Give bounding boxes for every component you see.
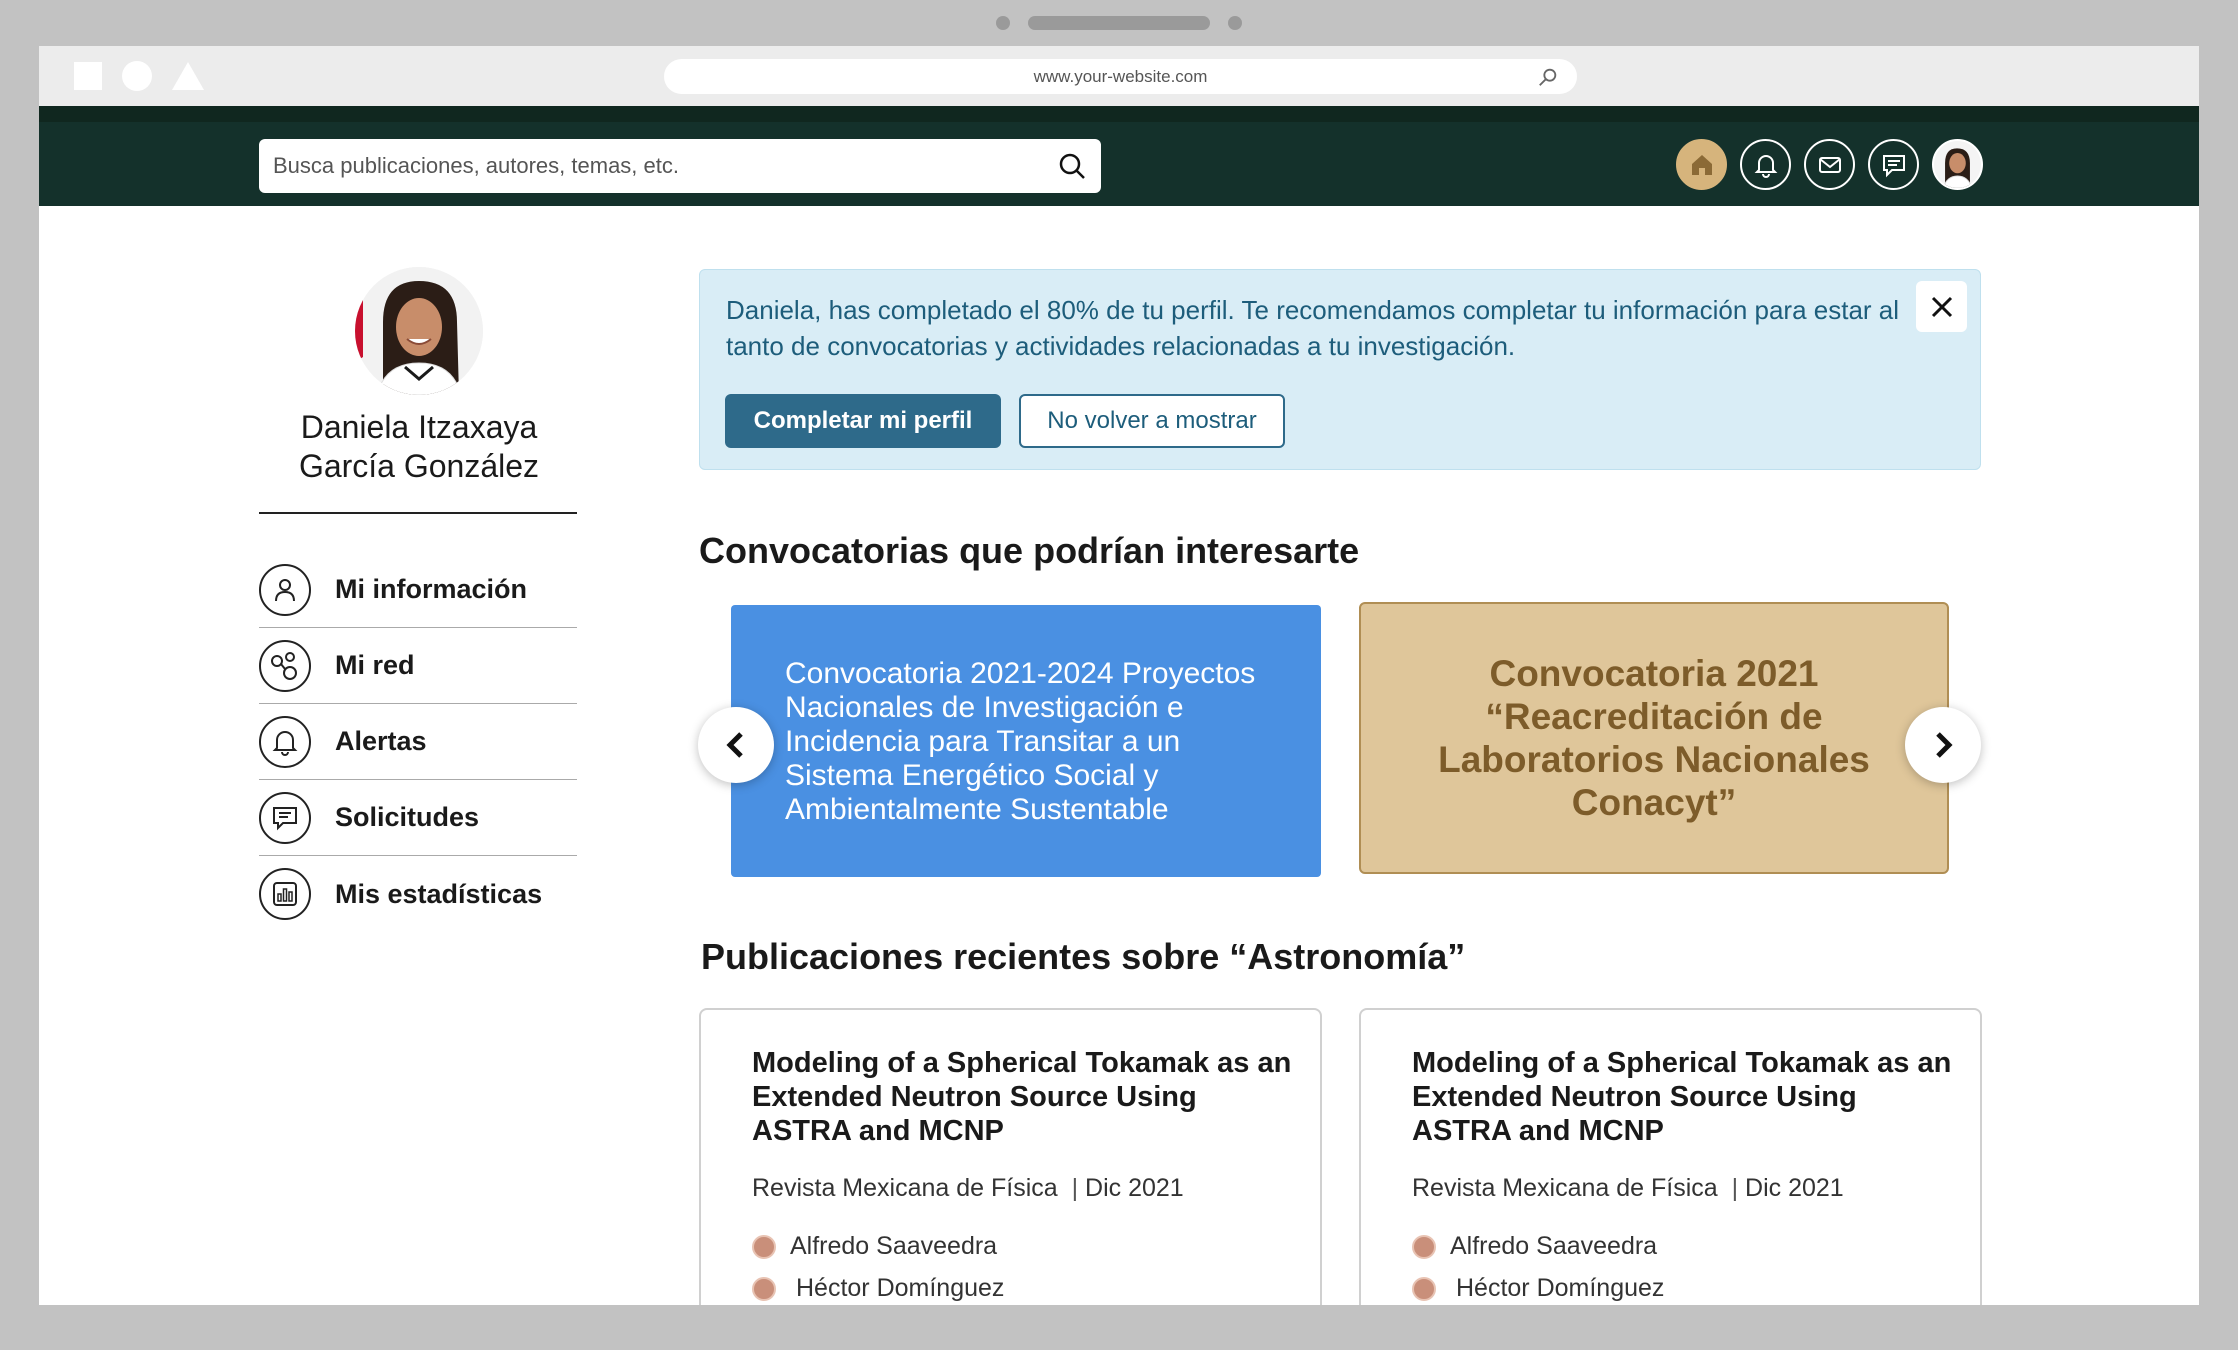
chat-button[interactable] — [1868, 139, 1919, 190]
author-item[interactable]: Alfredo Saaveedra — [752, 1232, 997, 1261]
sidebar-item-label: Mi red — [335, 650, 415, 680]
chat-icon — [1882, 154, 1905, 177]
author-name: Héctor Domínguez — [796, 1274, 1005, 1302]
header-actions — [1676, 139, 1983, 190]
convocatorias-heading: Convocatorias que podrían interesarte — [699, 530, 1360, 571]
meta-separator: | — [1064, 1174, 1086, 1202]
chevron-right-icon — [1936, 732, 1953, 758]
publication-title[interactable]: Modeling of a Spherical Tokamak as an Ex… — [1412, 1046, 1952, 1148]
screen: www.your-website.com Busca publicaciones… — [39, 46, 2199, 1305]
author-item[interactable]: Alfredo Saaveedra — [1412, 1232, 1657, 1261]
sidebar-menu: Mi información Mi red Alertas Solicitude… — [259, 552, 577, 932]
publication-meta: Revista Mexicana de Física | Dic 2021 — [752, 1174, 1184, 1203]
author-item[interactable]: Héctor Domínguez — [1412, 1274, 1664, 1303]
publication-card[interactable]: Modeling of a Spherical Tokamak as an Ex… — [1359, 1008, 1982, 1305]
profile-last-name: García González — [298, 448, 540, 484]
circle-icon[interactable] — [122, 61, 152, 91]
sidebar-item-mi-informacion[interactable]: Mi información — [259, 552, 577, 628]
convocatoria-card-text: Convocatoria 2021 “Reacreditación de Lab… — [1438, 653, 1870, 823]
complete-profile-button[interactable]: Completar mi perfil — [725, 394, 1001, 448]
dont-show-again-button[interactable]: No volver a mostrar — [1019, 394, 1285, 448]
close-icon — [1931, 296, 1952, 317]
search-icon[interactable] — [1057, 151, 1087, 181]
square-icon[interactable] — [74, 62, 102, 90]
sidebar-item-label: Solicitudes — [335, 802, 480, 832]
sidebar-item-label: Mis estadísticas — [335, 878, 543, 909]
author-avatar — [752, 1234, 776, 1259]
close-banner-button[interactable] — [1916, 281, 1967, 332]
publication-title[interactable]: Modeling of a Spherical Tokamak as an Ex… — [752, 1046, 1292, 1148]
camera-dot — [996, 16, 1010, 30]
home-icon — [1691, 154, 1712, 175]
convocatoria-card[interactable]: Convocatoria 2021 “Reacreditación de Lab… — [1359, 602, 1949, 874]
mail-icon — [1818, 156, 1841, 173]
author-avatar — [1412, 1234, 1436, 1259]
header-strip — [39, 106, 2199, 122]
convocatoria-card-text: Convocatoria 2021-2024 Proyectos Naciona… — [785, 657, 1256, 826]
chevron-left-icon — [726, 732, 743, 758]
notifications-button[interactable] — [1740, 139, 1791, 190]
publicaciones-heading: Publicaciones recientes sobre “Astronomí… — [701, 936, 1466, 977]
bell-icon — [1754, 154, 1777, 178]
carousel-next-button[interactable] — [1905, 707, 1981, 783]
sidebar-item-mis-estadisticas[interactable]: Mis estadísticas — [259, 856, 577, 932]
app-header — [39, 106, 2199, 206]
home-button[interactable] — [1676, 139, 1727, 190]
url-text: www.your-website.com — [1033, 66, 1208, 86]
publication-journal: Revista Mexicana de Física — [752, 1174, 1058, 1202]
meta-separator: | — [1724, 1174, 1746, 1202]
sidebar-item-alertas[interactable]: Alertas — [259, 704, 577, 780]
author-avatar — [752, 1276, 776, 1301]
sidebar-item-solicitudes[interactable]: Solicitudes — [259, 780, 577, 856]
address-bar[interactable]: www.your-website.com — [664, 59, 1577, 94]
sidebar-item-mi-red[interactable]: Mi red — [259, 628, 577, 704]
speaker-bar — [1028, 16, 1210, 30]
sidebar-item-label: Alertas — [335, 726, 427, 756]
author-name: Héctor Domínguez — [1456, 1274, 1665, 1302]
profile-photo — [355, 267, 483, 395]
author-name: Alfredo Saaveedra — [790, 1232, 998, 1260]
triangle-icon[interactable] — [172, 62, 204, 90]
search-input[interactable] — [273, 153, 1057, 179]
search-bar — [259, 139, 1101, 193]
author-avatar — [1412, 1276, 1436, 1301]
search-icon[interactable] — [1537, 66, 1559, 88]
convocatoria-card[interactable]: Convocatoria 2021-2024 Proyectos Naciona… — [731, 605, 1321, 877]
bell-icon — [259, 715, 311, 768]
author-name: Alfredo Saaveedra — [1450, 1232, 1658, 1260]
chat-icon — [259, 791, 311, 844]
banner-message: Daniela, has completado el 80% de tu per… — [726, 295, 1900, 361]
browser-chrome: www.your-website.com — [39, 46, 2199, 106]
window-controls — [74, 61, 204, 91]
sensor-dot — [1228, 16, 1242, 30]
publication-card[interactable]: Modeling of a Spherical Tokamak as an Ex… — [699, 1008, 1322, 1305]
carousel-prev-button[interactable] — [698, 707, 774, 783]
author-item[interactable]: Héctor Domínguez — [752, 1274, 1004, 1303]
bar-chart-icon — [259, 868, 311, 920]
sidebar-item-label: Mi información — [335, 574, 528, 604]
network-icon — [259, 639, 311, 692]
profile-avatar — [355, 267, 483, 395]
profile-divider — [259, 512, 577, 514]
profile-completion-banner: Daniela, has completado el 80% de tu per… — [699, 269, 1981, 470]
profile-first-name: Daniela Itzaxaya — [300, 409, 538, 445]
user-avatar-button[interactable] — [1932, 139, 1983, 190]
publication-date: Dic 2021 — [1745, 1174, 1844, 1202]
publication-date: Dic 2021 — [1085, 1174, 1184, 1202]
avatar — [1934, 141, 1981, 188]
publication-journal: Revista Mexicana de Física — [1412, 1174, 1718, 1202]
profile-name: Daniela Itzaxaya García González — [259, 408, 579, 486]
user-icon — [259, 563, 311, 616]
publication-meta: Revista Mexicana de Física | Dic 2021 — [1412, 1174, 1844, 1203]
device-notch — [0, 14, 2238, 32]
messages-button[interactable] — [1804, 139, 1855, 190]
